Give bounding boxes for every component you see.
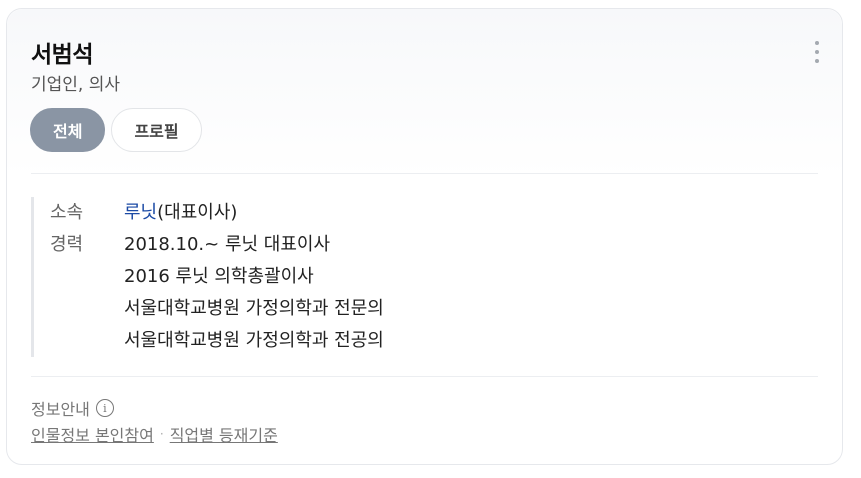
career-label: 경력 bbox=[50, 234, 84, 255]
divider-top bbox=[31, 173, 818, 174]
affiliation-label: 소속 bbox=[50, 202, 84, 223]
info-icon[interactable]: i bbox=[95, 399, 114, 417]
profile-occupation: 기업인, 의사 bbox=[31, 75, 121, 95]
tab-profile[interactable]: 프로필 bbox=[111, 108, 202, 152]
link-separator: · bbox=[159, 427, 164, 441]
career-item: 2018.10.~ 루닛 대표이사 bbox=[124, 234, 331, 255]
footer-links: 인물정보 본인참여 · 직업별 등재기준 bbox=[31, 422, 278, 446]
tab-bar: 전체 프로필 bbox=[30, 108, 202, 152]
affiliation-suffix: (대표이사) bbox=[157, 202, 238, 223]
info-notice-label: 정보안내 bbox=[31, 400, 90, 419]
more-options-icon[interactable] bbox=[812, 41, 822, 63]
self-participation-link[interactable]: 인물정보 본인참여 bbox=[31, 422, 154, 446]
affiliation-value: 루닛(대표이사) bbox=[124, 197, 237, 229]
affiliation-row: 소속 루닛(대표이사) bbox=[50, 197, 384, 229]
affiliation-link[interactable]: 루닛 bbox=[124, 202, 157, 223]
profile-details: 소속 루닛(대표이사) 경력 2018.10.~ 루닛 대표이사 2016 루닛… bbox=[31, 197, 384, 357]
career-row: 경력 2018.10.~ 루닛 대표이사 2016 루닛 의학총괄이사 서울대학… bbox=[50, 229, 384, 357]
profile-card: 서범석 기업인, 의사 전체 프로필 소속 루닛(대표이사) 경력 2018.1… bbox=[6, 8, 843, 465]
career-item: 서울대학교병원 가정의학과 전문의 bbox=[124, 298, 384, 319]
tab-all[interactable]: 전체 bbox=[30, 108, 106, 152]
info-notice: 정보안내 i bbox=[31, 396, 114, 420]
profile-name: 서범석 bbox=[31, 42, 93, 68]
career-item: 서울대학교병원 가정의학과 전공의 bbox=[124, 330, 384, 351]
career-item: 2016 루닛 의학총괄이사 bbox=[124, 266, 314, 287]
divider-bottom bbox=[31, 376, 818, 377]
career-list: 2018.10.~ 루닛 대표이사 2016 루닛 의학총괄이사 서울대학교병원… bbox=[124, 229, 384, 357]
listing-criteria-link[interactable]: 직업별 등재기준 bbox=[170, 422, 278, 446]
